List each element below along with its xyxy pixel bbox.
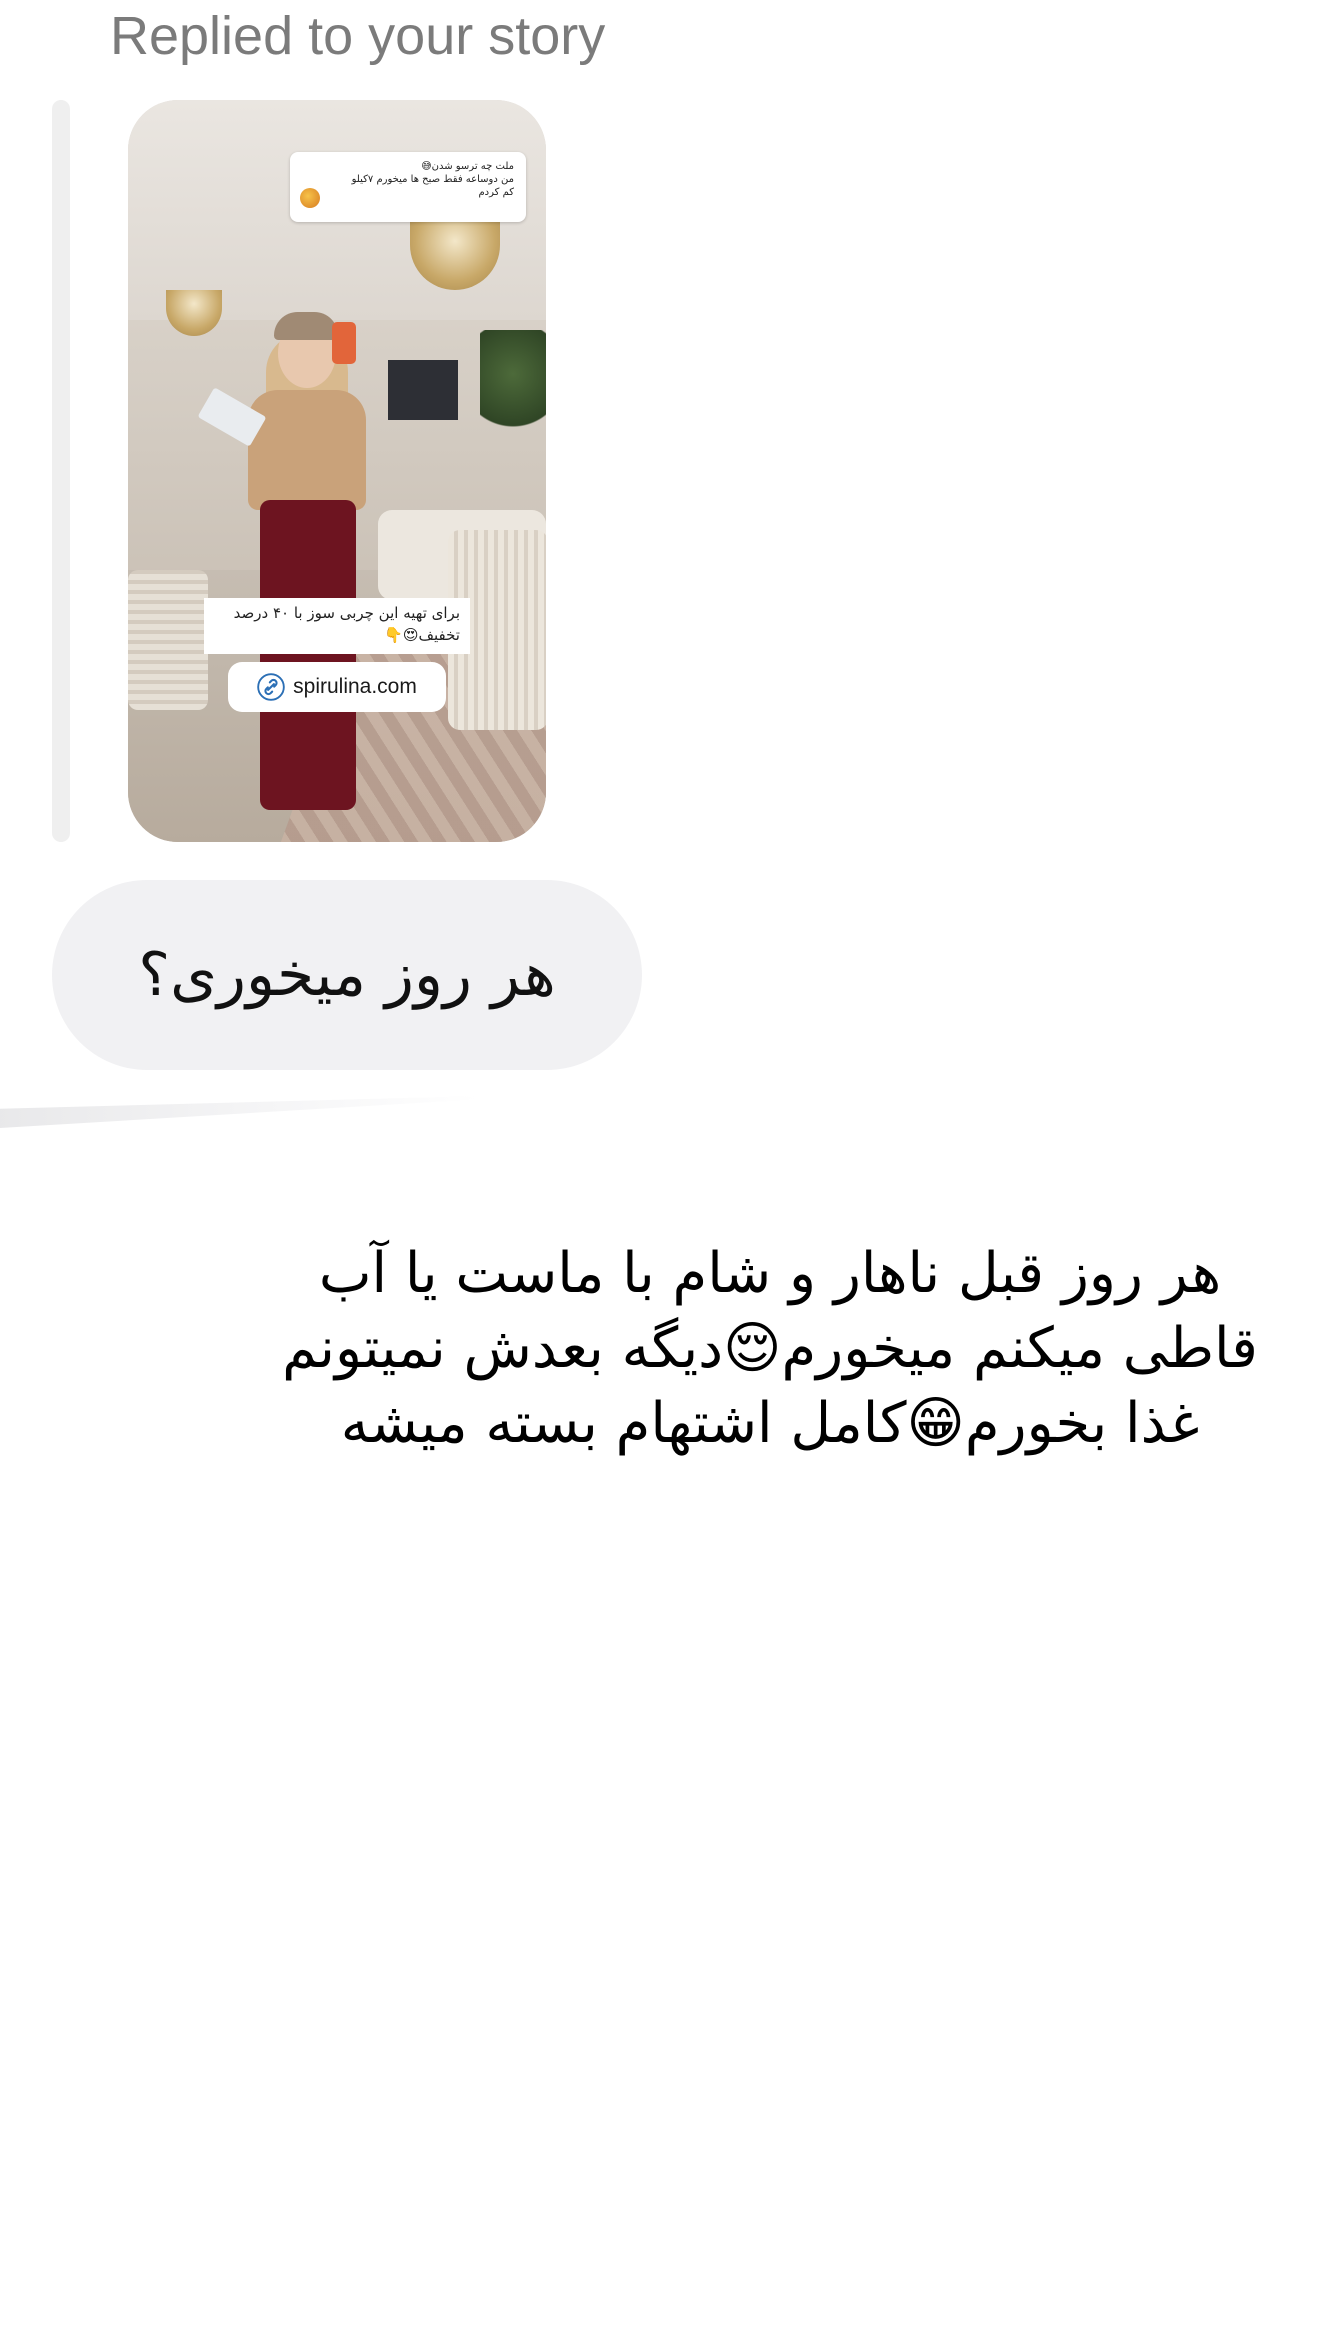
story-tv bbox=[388, 360, 458, 420]
reply-indicator-bar bbox=[52, 100, 70, 842]
caption-line-1: هر روز قبل ناهار و شام با ماست یا آب bbox=[318, 1241, 1222, 1306]
phone-icon bbox=[332, 322, 356, 364]
person-top bbox=[248, 390, 366, 510]
story-caption-sticker: برای تهیه این چربی سوز با ۴۰ درصد تخفیف😍… bbox=[204, 598, 470, 654]
link-sticker[interactable]: spirulina.com bbox=[228, 662, 446, 712]
story-preview[interactable]: ملت چه ترسو شدن😅 من دوساعه فقط صبح ها می… bbox=[128, 100, 546, 842]
caption-line-2: قاطی میکنم میخورم😌دیگه بعدش نمیتونم bbox=[282, 1316, 1258, 1381]
person-cap bbox=[274, 312, 338, 340]
link-icon bbox=[257, 673, 285, 701]
question-line-2: من دوساعه فقط صبح ها میخورم ۷کیلو bbox=[351, 174, 514, 185]
message-bubble[interactable]: هر روز میخوری؟ bbox=[52, 880, 642, 1070]
question-line-1: ملت چه ترسو شدن😅 bbox=[421, 161, 514, 172]
link-text: spirulina.com bbox=[293, 675, 417, 698]
question-line-3: کم کردم bbox=[478, 187, 514, 198]
person-pants bbox=[260, 500, 356, 810]
question-sticker: ملت چه ترسو شدن😅 من دوساعه فقط صبح ها می… bbox=[290, 152, 526, 222]
story-chair-left bbox=[128, 570, 208, 710]
reply-header: Replied to your story bbox=[110, 6, 606, 66]
caption-line-3: غذا بخورم😁کامل اشتهام بسته میشه bbox=[340, 1391, 1200, 1456]
story-plant bbox=[480, 330, 546, 440]
divider bbox=[0, 1096, 480, 1128]
sticker-avatar-icon bbox=[300, 188, 320, 208]
caption-text: هر روز قبل ناهار و شام با ماست یا آب قاط… bbox=[280, 1236, 1260, 1461]
